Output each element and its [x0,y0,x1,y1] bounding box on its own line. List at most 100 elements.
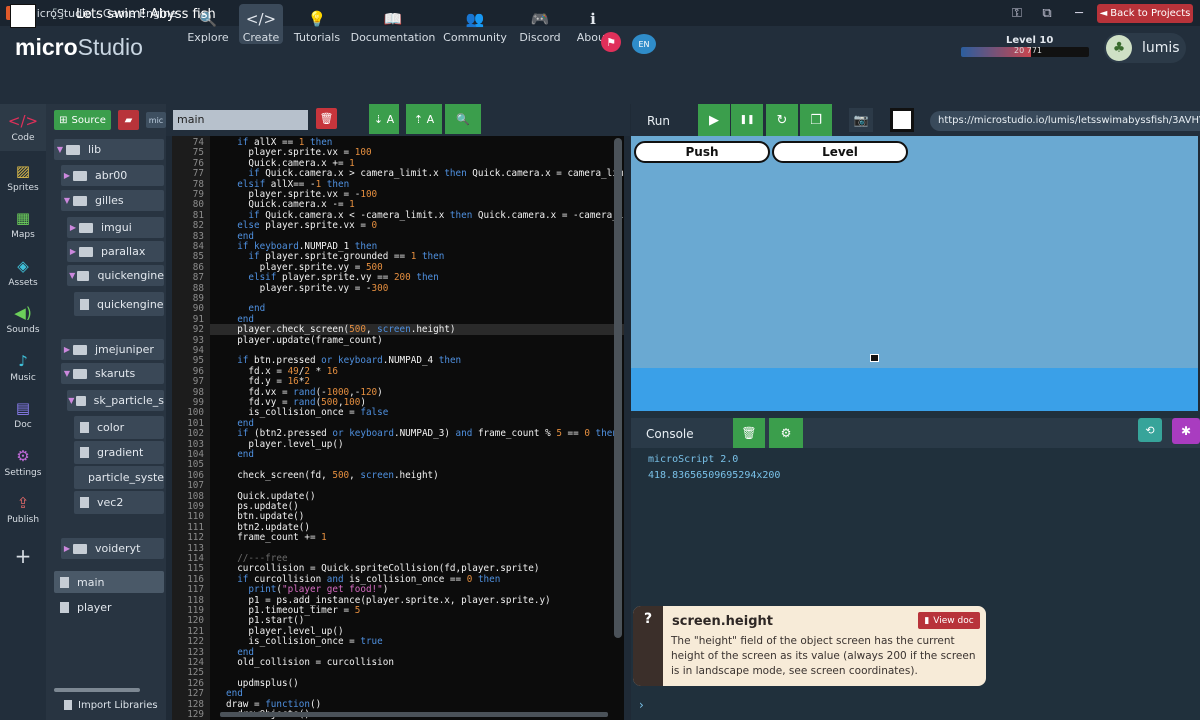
import-libraries-button[interactable]: Import Libraries [64,700,158,711]
code-line[interactable]: check_screen(fd, 500, screen.height) [226,470,439,481]
code-line[interactable]: if Quick.camera.x > camera_limit.x then … [226,168,624,179]
sidebar-item-sprites[interactable]: ▨ Sprites [0,154,46,201]
editor-vertical-scrollbar[interactable] [614,138,622,638]
tree-file-main[interactable]: main [54,571,164,593]
history-button[interactable]: ⟲ [1138,418,1162,442]
code-line[interactable]: Quick.update() [226,491,315,502]
game-push-button[interactable]: Push [634,141,770,163]
flag-icon[interactable]: ⚑ [601,32,621,52]
code-line[interactable]: if curcollision and is_collision_once ==… [226,574,500,585]
pause-button[interactable]: ❚❚ [731,104,763,136]
code-line[interactable]: Quick.camera.x -= 1 [226,199,354,210]
delete-file-button[interactable]: 🗑 [316,108,337,129]
code-line[interactable]: player.check_screen(500, screen.height) [226,324,455,335]
tree-file-player[interactable]: player [54,596,164,618]
key-icon[interactable]: ⚿ [1000,0,1034,26]
code-line[interactable]: player.update(frame_count) [226,335,383,346]
user-menu[interactable]: ♣ lumis [1104,33,1186,63]
sidebar-item-publish[interactable]: ⇪ Publish [0,486,46,533]
code-line[interactable]: updmsplus() [226,678,299,689]
code-line[interactable]: ps.update() [226,501,299,512]
font-decrease-button[interactable]: ⇣ A [369,104,399,134]
tree-folder-jmejuniper[interactable]: ▶ jmejuniper [61,339,164,360]
restart-button[interactable]: ↻ [766,104,798,136]
nav-discord[interactable]: 🎮 Discord [519,4,561,44]
tree-folder-voideryt[interactable]: ▶ voideryt [61,538,164,559]
play-button[interactable]: ▶ [698,104,730,136]
microstudio-logo[interactable]: microStudio [15,34,143,61]
project-url-field[interactable]: https://microstudio.io/lumis/letsswimaby… [930,111,1200,131]
mic-tab[interactable]: mic [146,112,166,128]
add-folder-button[interactable]: ▰ [118,110,139,130]
tree-folder-skaruts[interactable]: ▼ skaruts [61,363,164,384]
tree-folder-lib[interactable]: ▼ lib [54,139,164,160]
back-to-projects-button[interactable]: ◄ Back to Projects [1097,4,1193,23]
sidebar-item-sounds[interactable]: ◀) Sounds [0,296,46,343]
code-line[interactable]: btn.update() [226,511,304,522]
nav-documentation[interactable]: 📖 Documentation [351,4,436,44]
console-prompt[interactable]: › [639,698,644,712]
code-line[interactable]: player.level_up() [226,626,343,637]
code-line[interactable]: old_collision = curcollision [226,657,394,668]
tree-folder-sk-particle[interactable]: ▼ sk_particle_s [67,390,164,411]
nav-community[interactable]: 👥 Community [443,4,507,44]
code-line[interactable]: is_collision_once = false [226,407,388,418]
filename-input[interactable]: main [173,110,308,130]
sidebar-item-music[interactable]: ♪ Music [0,344,46,391]
search-code-button[interactable]: 🔍 [445,104,481,134]
code-editor[interactable]: 74 if allX == 1 then 75 player.sprite.vx … [172,136,624,720]
tree-folder-abr00[interactable]: ▶ abr00 [61,165,164,186]
code-line[interactable]: player.sprite.vy = 500 [226,262,383,273]
view-doc-button[interactable]: ▮ View doc [918,612,980,629]
code-line[interactable]: end [226,314,254,325]
sidebar-item-doc[interactable]: ▤ Doc [0,391,46,438]
editor-horizontal-scrollbar[interactable] [220,712,608,717]
code-line[interactable]: curcollision = Quick.spriteCollision(fd,… [226,563,539,574]
tree-file-vec2[interactable]: vec2 [74,491,164,514]
code-line[interactable]: if Quick.camera.x < -camera_limit.x then… [226,210,624,221]
tree-folder-imgui[interactable]: ▶ imgui [67,217,164,238]
code-line[interactable]: end [226,418,254,429]
code-line[interactable]: end [226,231,254,242]
code-line[interactable]: //---free [226,553,287,564]
code-line[interactable]: fd.vy = rand(500,100) [226,397,366,408]
code-line[interactable]: end [226,688,243,699]
tree-file-quickengine[interactable]: quickengine [74,292,164,316]
qr-code-icon[interactable] [890,108,914,132]
tree-folder-quickengine[interactable]: ▼ quickengine [67,265,164,286]
tree-folder-gilles[interactable]: ▼ gilles [61,190,164,211]
code-line[interactable]: fd.y = 16*2 [226,376,310,387]
code-line[interactable]: btn2.update() [226,522,310,533]
game-canvas[interactable]: Push Level [631,136,1198,411]
code-line[interactable]: is_collision_once = true [226,636,382,647]
code-line[interactable]: else player.sprite.vx = 0 [226,220,377,231]
code-line[interactable]: fd.vx = rand(-1000,-120) [226,387,382,398]
code-line[interactable]: player.sprite.vy = -300 [226,283,389,294]
nav-create[interactable]: </> Create [239,4,283,44]
code-line[interactable]: p1 = ps.add_instance(player.sprite.x, pl… [226,595,550,606]
game-level-button[interactable]: Level [772,141,908,163]
window-minimize-button[interactable]: ─ [1062,0,1096,26]
code-line[interactable]: if player.sprite.grounded == 1 then [226,251,444,262]
code-line[interactable]: p1.timeout_timer = 5 [226,605,360,616]
code-line[interactable]: if keyboard.NUMPAD_1 then [226,241,377,252]
tree-folder-parallax[interactable]: ▶ parallax [67,241,164,262]
clear-console-button[interactable]: 🗑 [733,418,765,448]
screenshot-button[interactable]: 📷 [849,108,873,132]
code-line[interactable]: player.sprite.vx = 100 [226,147,371,158]
code-line[interactable]: frame_count += 1 [226,532,327,543]
code-line[interactable]: end [226,303,265,314]
code-line[interactable]: draw = function() [226,699,321,710]
tree-file-gradient[interactable]: gradient [74,441,164,464]
console-settings-button[interactable]: ⚙ [769,418,803,448]
code-line[interactable]: elsif player.sprite.vy == 200 then [226,272,438,283]
font-increase-button[interactable]: ⇡ A [406,104,442,134]
code-line[interactable]: fd.x = 49/2 * 16 [226,366,338,377]
sidebar-item-code[interactable]: </> Code [0,104,46,151]
code-line[interactable]: if allX == 1 then [226,137,332,148]
language-button[interactable]: EN [632,34,656,54]
add-plugin-button[interactable]: + [0,534,46,581]
tree-file-particle-system[interactable]: particle_system [74,466,164,489]
debug-button[interactable]: ✱ [1172,418,1200,444]
code-line[interactable]: end [226,449,254,460]
